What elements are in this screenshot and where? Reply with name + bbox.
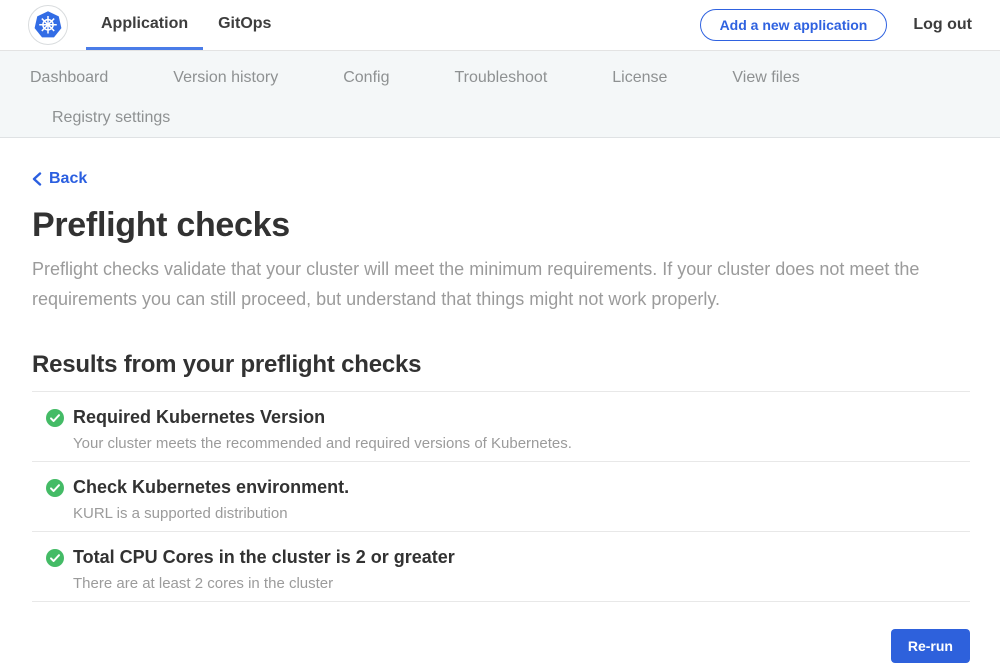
check-title-row: Total CPU Cores in the cluster is 2 or g… bbox=[46, 547, 970, 568]
success-check-icon bbox=[46, 409, 64, 427]
subnav-row-1: Dashboard Version history Config Trouble… bbox=[30, 68, 1000, 88]
preflight-page: Back Preflight checks Preflight checks v… bbox=[0, 138, 1000, 663]
check-description: There are at least 2 cores in the cluste… bbox=[73, 575, 970, 592]
check-description: KURL is a supported distribution bbox=[73, 505, 970, 522]
subnav-row-2: Registry settings bbox=[52, 108, 1000, 128]
primary-tabs: Application GitOps bbox=[86, 0, 286, 50]
chevron-left-icon bbox=[32, 172, 42, 186]
success-check-icon bbox=[46, 479, 64, 497]
results-heading: Results from your preflight checks bbox=[32, 351, 970, 379]
check-title: Required Kubernetes Version bbox=[73, 407, 325, 428]
app-subnav: Dashboard Version history Config Trouble… bbox=[0, 51, 1000, 138]
preflight-results-list: Required Kubernetes Version Your cluster… bbox=[32, 391, 970, 602]
page-title: Preflight checks bbox=[32, 206, 970, 245]
tab-gitops[interactable]: GitOps bbox=[203, 0, 286, 50]
add-new-application-button[interactable]: Add a new application bbox=[700, 9, 888, 41]
check-title-row: Required Kubernetes Version bbox=[46, 407, 970, 428]
check-title-row: Check Kubernetes environment. bbox=[46, 477, 970, 498]
back-link[interactable]: Back bbox=[32, 170, 87, 188]
check-description: Your cluster meets the recommended and r… bbox=[73, 435, 970, 452]
kubernetes-logo bbox=[28, 5, 68, 45]
logout-link[interactable]: Log out bbox=[913, 16, 972, 34]
top-nav-actions: Add a new application Log out bbox=[700, 9, 972, 41]
kubernetes-helm-icon bbox=[33, 10, 63, 40]
subnav-item-dashboard[interactable]: Dashboard bbox=[30, 68, 108, 88]
rerun-button[interactable]: Re-run bbox=[891, 629, 970, 663]
preflight-result-row: Required Kubernetes Version Your cluster… bbox=[32, 391, 970, 461]
back-link-label: Back bbox=[49, 170, 87, 188]
subnav-item-config[interactable]: Config bbox=[343, 68, 389, 88]
check-title: Check Kubernetes environment. bbox=[73, 477, 349, 498]
subnav-item-license[interactable]: License bbox=[612, 68, 667, 88]
page-description: Preflight checks validate that your clus… bbox=[32, 254, 952, 314]
check-title: Total CPU Cores in the cluster is 2 or g… bbox=[73, 547, 455, 568]
top-nav: Application GitOps Add a new application… bbox=[0, 0, 1000, 51]
preflight-result-row: Total CPU Cores in the cluster is 2 or g… bbox=[32, 531, 970, 601]
tab-application[interactable]: Application bbox=[86, 0, 203, 50]
subnav-item-version-history[interactable]: Version history bbox=[173, 68, 278, 88]
subnav-item-registry-settings[interactable]: Registry settings bbox=[52, 109, 170, 126]
success-check-icon bbox=[46, 549, 64, 567]
preflight-result-row: Check Kubernetes environment. KURL is a … bbox=[32, 461, 970, 531]
subnav-item-view-files[interactable]: View files bbox=[732, 68, 799, 88]
footer-actions: Re-run bbox=[32, 629, 970, 663]
subnav-item-troubleshoot[interactable]: Troubleshoot bbox=[454, 68, 547, 88]
